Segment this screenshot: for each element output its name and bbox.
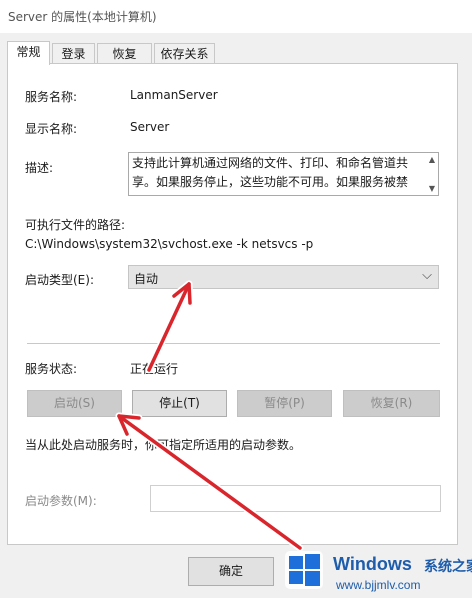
service-status-label: 服务状态: (25, 362, 78, 376)
pause-button[interactable]: 暂停(P) (237, 390, 332, 417)
general-panel: 服务名称: LanmanServer 显示名称: Server 描述: 支持此计… (7, 63, 458, 545)
scroll-down-icon[interactable]: ▼ (429, 184, 435, 193)
divider (27, 343, 440, 344)
start-params-input[interactable] (150, 485, 441, 512)
tab-logon[interactable]: 登录 (52, 43, 95, 63)
watermark-url: www.bjjmlv.com (336, 578, 421, 592)
window-title: Server 的属性(本地计算机) (8, 10, 157, 24)
chevron-down-icon[interactable]: ⌵ (422, 268, 432, 283)
resume-button[interactable]: 恢复(R) (343, 390, 440, 417)
start-params-label: 启动参数(M): (25, 494, 97, 508)
startup-hint: 当从此处启动服务时，你可指定所适用的启动参数。 (25, 438, 302, 452)
windows-logo-icon (285, 551, 323, 589)
tab-dependencies[interactable]: 依存关系 (154, 43, 215, 63)
executable-path-label: 可执行文件的路径: (25, 218, 126, 232)
watermark-brand: Windows (333, 554, 412, 574)
executable-path-value: C:\Windows\system32\svchost.exe -k netsv… (25, 237, 314, 251)
display-name-label: 显示名称: (25, 122, 78, 136)
description-text: 支持此计算机通过网络的文件、打印、和命名管道共享。如果服务停止，这些功能不可用。… (132, 156, 409, 195)
service-name-value: LanmanServer (130, 88, 218, 102)
startup-type-value: 自动 (134, 272, 159, 286)
stop-button[interactable]: 停止(T) (132, 390, 227, 417)
scroll-up-icon[interactable]: ▲ (429, 155, 435, 164)
description-box[interactable]: 支持此计算机通过网络的文件、打印、和命名管道共享。如果服务停止，这些功能不可用。… (128, 152, 439, 196)
tab-general[interactable]: 常规 (7, 41, 50, 65)
service-name-label: 服务名称: (25, 90, 78, 104)
title-bar: Server 的属性(本地计算机) (0, 0, 472, 33)
watermark-brand-cn: 系统之家 (424, 559, 472, 575)
startup-type-label: 启动类型(E): (25, 273, 94, 287)
start-button[interactable]: 启动(S) (27, 390, 122, 417)
tab-recovery[interactable]: 恢复 (97, 43, 152, 63)
service-status-value: 正在运行 (130, 362, 179, 376)
description-label: 描述: (25, 161, 54, 175)
startup-type-select[interactable]: 自动 ⌵ (128, 265, 439, 289)
ok-button[interactable]: 确定 (188, 557, 274, 586)
display-name-value: Server (130, 120, 170, 134)
